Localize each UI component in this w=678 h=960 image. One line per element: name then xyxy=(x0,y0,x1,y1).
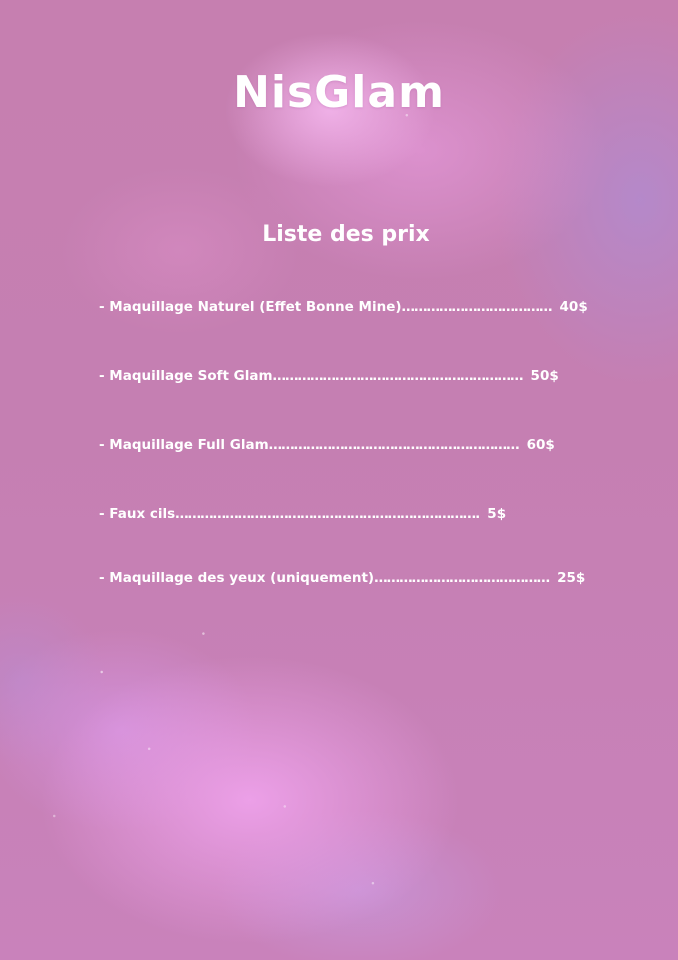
item-price: 40$ xyxy=(559,299,588,315)
item-label: - Faux cils xyxy=(99,506,176,522)
item-label: - Maquillage Full Glam xyxy=(99,437,269,453)
item-price: 25$ xyxy=(557,570,586,586)
item-label: - Maquillage des yeux (uniquement) xyxy=(99,570,375,586)
item-label: - Maquillage Naturel (Effet Bonne Mine) xyxy=(99,299,402,315)
price-list-page: NisGlam Liste des prix - Maquillage Natu… xyxy=(0,0,678,960)
item-price: 5$ xyxy=(487,506,507,522)
item-price: 60$ xyxy=(526,437,555,453)
item-dots: …………………………………… xyxy=(374,570,550,586)
item-price: 50$ xyxy=(530,368,559,384)
price-item-eye-makeup: - Maquillage des yeux (uniquement)………………… xyxy=(99,569,585,587)
price-item-natural: - Maquillage Naturel (Effet Bonne Mine)…… xyxy=(99,298,588,316)
price-item-false-lashes: - Faux cils………………………………………………………………. 5$ xyxy=(99,505,506,523)
item-dots: ……………………………… xyxy=(401,299,553,315)
price-item-soft-glam: - Maquillage Soft Glam………………………………………………… xyxy=(99,367,559,385)
price-item-full-glam: - Maquillage Full Glam………………………………………………… xyxy=(99,436,555,454)
item-dots: ………………………………………………………………. xyxy=(175,506,480,522)
item-dots: …………………………………………………… xyxy=(272,368,524,384)
price-list: - Maquillage Naturel (Effet Bonne Mine)…… xyxy=(0,0,678,960)
item-label: - Maquillage Soft Glam xyxy=(99,368,273,384)
item-dots: …………………………………………………… xyxy=(268,437,520,453)
